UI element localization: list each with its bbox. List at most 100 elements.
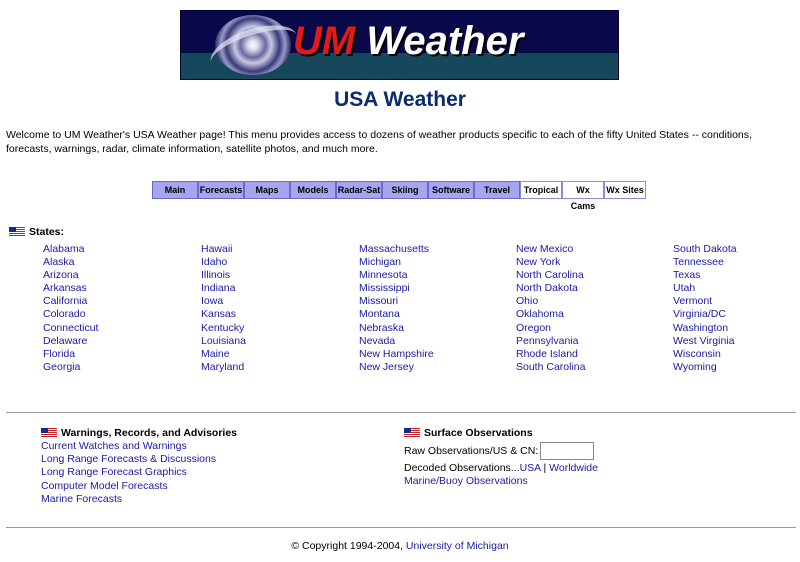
nav-travel-button[interactable]: Travel [474,181,520,199]
nav-bar: Main Forecasts Maps Models Radar-Sat Skiing So… [152,181,646,211]
states-column-2: Hawaii Idaho Illinois Indiana Iowa Kansas Kent… [201,243,246,374]
state-link-washington[interactable]: Washington [673,322,737,335]
state-link-new-hampshire[interactable]: New Hampshire [359,348,434,361]
state-link-oklahoma[interactable]: Oklahoma [516,308,585,321]
state-link-hawaii[interactable]: Hawaii [201,243,246,256]
states-column-1: Alabama Alaska Arizona Arkansas California Co… [43,243,98,374]
banner-logo-text: UM Weather [293,19,523,64]
state-link-vermont[interactable]: Vermont [673,295,737,308]
state-link-oregon[interactable]: Oregon [516,322,585,335]
state-link-iowa[interactable]: Iowa [201,295,246,308]
warnings-heading: Warnings, Records, and Advisories [41,426,237,440]
warnings-link-computer-model-forecasts[interactable]: Computer Model Forecasts [41,480,237,493]
warnings-link-long-range-forecast-graphics[interactable]: Long Range Forecast Graphics [41,466,237,479]
surface-heading: Surface Observations [404,426,598,440]
state-link-mississippi[interactable]: Mississippi [359,282,434,295]
state-link-maryland[interactable]: Maryland [201,361,246,374]
state-link-colorado[interactable]: Colorado [43,308,98,321]
state-link-pennsylvania[interactable]: Pennsylvania [516,335,585,348]
state-link-tennessee[interactable]: Tennessee [673,256,737,269]
decoded-observations-label: Decoded Observations... [404,462,520,474]
warnings-links: Current Watches and Warnings Long Range F… [41,440,237,506]
marine-buoy-row: Marine/Buoy Observations [404,475,598,488]
state-link-delaware[interactable]: Delaware [43,335,98,348]
state-link-texas[interactable]: Texas [673,269,737,282]
surface-heading-label: Surface Observations [424,427,533,439]
nav-wx-sites-button[interactable]: Wx Sites [604,181,646,199]
states-heading-label: States: [29,226,65,238]
state-link-michigan[interactable]: Michigan [359,256,434,269]
state-link-wisconsin[interactable]: Wisconsin [673,348,737,361]
decoded-observations-row: Decoded Observations...USA | Worldwide [404,462,598,475]
footer: © Copyright 1994-2004, University of Mic… [0,540,800,552]
decoded-usa-link[interactable]: USA [520,462,541,474]
state-link-new-jersey[interactable]: New Jersey [359,361,434,374]
state-link-florida[interactable]: Florida [43,348,98,361]
state-link-maine[interactable]: Maine [201,348,246,361]
state-link-kansas[interactable]: Kansas [201,308,246,321]
state-link-north-carolina[interactable]: North Carolina [516,269,585,282]
state-link-nebraska[interactable]: Nebraska [359,322,434,335]
state-link-massachusetts[interactable]: Massachusetts [359,243,434,256]
state-link-south-carolina[interactable]: South Carolina [516,361,585,374]
warnings-section: Warnings, Records, and Advisories Curren… [41,426,237,506]
states-column-5: South Dakota Tennessee Texas Utah Vermont Vir… [673,243,737,374]
warnings-link-marine-forecasts[interactable]: Marine Forecasts [41,493,237,506]
state-link-arizona[interactable]: Arizona [43,269,98,282]
nav-software-button[interactable]: Software [428,181,474,199]
states-column-4: New Mexico New York North Carolina North Da… [516,243,585,374]
nav-wx-cams-button[interactable]: Wx Cams [562,181,604,211]
state-link-nevada[interactable]: Nevada [359,335,434,348]
state-link-louisiana[interactable]: Louisiana [201,335,246,348]
intro-text: Welcome to UM Weather's USA Weather page… [6,129,752,155]
state-link-virginia-dc[interactable]: Virginia/DC [673,308,737,321]
state-link-utah[interactable]: Utah [673,282,737,295]
us-flag-icon [404,428,420,437]
raw-observations-input[interactable] [540,442,595,460]
state-link-wyoming[interactable]: Wyoming [673,361,737,374]
nav-tropical-button[interactable]: Tropical [520,181,562,199]
state-link-alabama[interactable]: Alabama [43,243,98,256]
state-link-rhode-island[interactable]: Rhode Island [516,348,585,361]
state-link-minnesota[interactable]: Minnesota [359,269,434,282]
state-link-montana[interactable]: Montana [359,308,434,321]
um-weather-banner: UM Weather [180,10,619,80]
state-link-connecticut[interactable]: Connecticut [43,322,98,335]
state-link-kentucky[interactable]: Kentucky [201,322,246,335]
nav-skiing-button[interactable]: Skiing [382,181,428,199]
states-column-3: Massachusetts Michigan Minnesota Mississipp… [359,243,434,374]
decoded-separator: | [540,462,550,474]
state-link-arkansas[interactable]: Arkansas [43,282,98,295]
state-link-missouri[interactable]: Missouri [359,295,434,308]
surface-observations-section: Surface Observations Raw Observations/US… [404,426,598,488]
us-flag-icon [41,428,57,437]
state-link-idaho[interactable]: Idaho [201,256,246,269]
nav-main-button[interactable]: Main [152,181,198,199]
states-heading: States: [9,226,64,238]
state-link-indiana[interactable]: Indiana [201,282,246,295]
state-link-georgia[interactable]: Georgia [43,361,98,374]
state-link-west-virginia[interactable]: West Virginia [673,335,737,348]
divider-bottom [6,527,796,528]
nav-radar-sat-button[interactable]: Radar-Sat [336,181,382,199]
state-link-new-york[interactable]: New York [516,256,585,269]
nav-forecasts-button[interactable]: Forecasts [198,181,244,199]
warnings-link-long-range-forecasts-discussions[interactable]: Long Range Forecasts & Discussions [41,453,237,466]
divider-top [6,412,796,413]
state-link-ohio[interactable]: Ohio [516,295,585,308]
state-link-illinois[interactable]: Illinois [201,269,246,282]
state-link-south-dakota[interactable]: South Dakota [673,243,737,256]
state-link-california[interactable]: California [43,295,98,308]
warnings-link-current-watches-and-warnings[interactable]: Current Watches and Warnings [41,440,237,453]
state-link-alaska[interactable]: Alaska [43,256,98,269]
state-link-new-mexico[interactable]: New Mexico [516,243,585,256]
marine-buoy-observations-link[interactable]: Marine/Buoy Observations [404,475,528,487]
decoded-worldwide-link[interactable]: Worldwide [549,462,598,474]
nav-models-button[interactable]: Models [290,181,336,199]
brand-um: UM [293,19,356,63]
copyright-text: © Copyright 1994-2004, [291,540,406,552]
nav-maps-button[interactable]: Maps [244,181,290,199]
state-link-north-dakota[interactable]: North Dakota [516,282,585,295]
university-of-michigan-link[interactable]: University of Michigan [406,540,509,552]
us-flag-icon [9,227,25,236]
